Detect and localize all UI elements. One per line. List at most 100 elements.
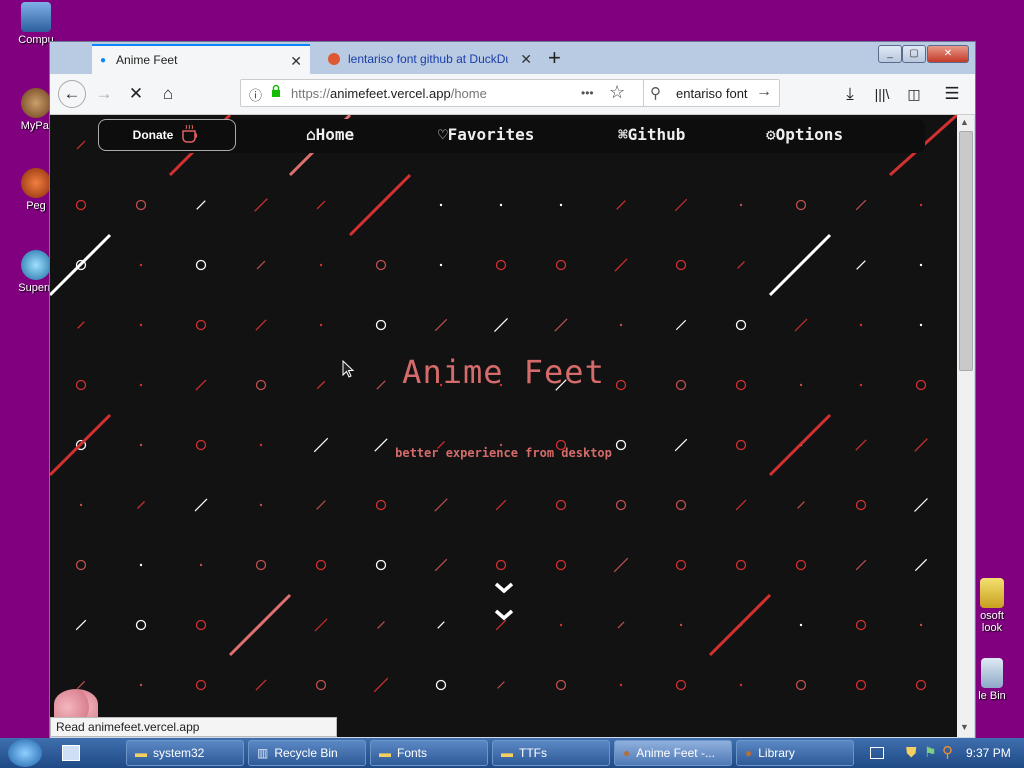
taskbar-item-anime-feet[interactable]: ● Anime Feet -... xyxy=(614,740,732,766)
nav-favorites-label: Favorites xyxy=(447,125,535,144)
maximize-button[interactable]: ▢ xyxy=(902,45,926,63)
outlook-icon xyxy=(980,578,1004,608)
scroll-up-arrow[interactable]: ▲ xyxy=(960,117,969,127)
pattern-slash xyxy=(77,321,85,329)
home-button[interactable]: ⌂ xyxy=(156,82,180,106)
pattern-streak xyxy=(768,413,832,477)
nav-favorites[interactable]: ♡Favorites xyxy=(438,125,534,144)
pattern-circle xyxy=(795,679,807,691)
pattern-dot xyxy=(619,323,623,327)
pattern-slash xyxy=(737,261,745,269)
keyboard-icon[interactable] xyxy=(870,747,884,759)
pattern-circle xyxy=(315,679,327,691)
pattern-circle xyxy=(375,259,387,271)
search-go-icon[interactable]: → xyxy=(756,83,772,101)
shield-icon[interactable]: ⛊ xyxy=(906,744,917,761)
taskbar-item-library[interactable]: ● Library xyxy=(736,740,854,766)
back-button[interactable]: ← xyxy=(58,80,86,108)
tab-anime-feet[interactable]: ● Anime Feet ✕ xyxy=(92,44,310,74)
network-icon[interactable]: ⚑ xyxy=(924,744,937,761)
pattern-streak xyxy=(348,173,412,237)
nav-options-label: Options xyxy=(775,125,844,144)
pattern-dot xyxy=(739,203,743,207)
search-input[interactable]: entariso font xyxy=(676,86,748,101)
pattern-circle xyxy=(675,499,687,511)
pattern-dot xyxy=(439,203,443,207)
home-icon: ⌂ xyxy=(306,125,316,144)
pattern-circle xyxy=(75,559,87,571)
stop-button[interactable]: ✕ xyxy=(124,82,148,106)
taskbar-item-label: Library xyxy=(758,746,795,760)
search-tray-icon[interactable]: ⚲ xyxy=(942,743,953,761)
pattern-streak xyxy=(228,593,292,657)
lock-icon[interactable] xyxy=(271,84,281,98)
pattern-circle xyxy=(675,679,687,691)
github-icon: ⌘ xyxy=(618,125,628,144)
pattern-dot xyxy=(679,623,683,627)
taskbar-item-system32[interactable]: ▬ system32 xyxy=(126,740,244,766)
coffee-cup-icon xyxy=(179,124,201,147)
pattern-slash xyxy=(494,318,508,332)
pattern-dot xyxy=(859,323,863,327)
tab-title: Anime Feet xyxy=(116,53,178,67)
pattern-slash xyxy=(914,498,928,512)
recycle-bin-icon: ▥ xyxy=(257,746,269,760)
info-icon[interactable]: ⓘ xyxy=(249,85,262,104)
minimize-button[interactable]: _ xyxy=(878,45,902,63)
pattern-circle xyxy=(795,559,807,571)
pattern-circle xyxy=(855,619,867,631)
menu-icon[interactable]: ☰ xyxy=(940,82,964,106)
pattern-dot xyxy=(319,323,323,327)
scroll-thumb[interactable] xyxy=(959,131,973,371)
new-tab-button[interactable]: + xyxy=(548,45,561,71)
search-icon: ⚲ xyxy=(650,85,661,102)
pattern-slash xyxy=(794,318,808,332)
taskbar-item-ttfs[interactable]: ▬ TTFs xyxy=(492,740,610,766)
nav-options[interactable]: ⚙Options xyxy=(766,125,843,144)
pattern-slash xyxy=(437,621,445,629)
download-icon[interactable]: ⤓ xyxy=(838,82,862,106)
pattern-dot xyxy=(139,683,143,687)
desktop-icon-computer[interactable]: Compu xyxy=(8,2,64,46)
folder-icon: ▬ xyxy=(379,746,391,760)
search-bar[interactable]: ⚲ entariso font → xyxy=(643,79,780,107)
clock[interactable]: 9:37 PM xyxy=(966,746,1011,760)
forward-button[interactable]: → xyxy=(92,82,116,106)
mouse-cursor-icon xyxy=(342,359,355,381)
pattern-circle xyxy=(855,499,867,511)
scroll-down-arrow[interactable]: ▼ xyxy=(960,722,969,732)
sidebar-icon[interactable]: ◫ xyxy=(902,82,926,106)
start-button[interactable] xyxy=(8,739,42,767)
navigation-toolbar: ← → ✕ ⌂ ⓘ https://animefeet.vercel.app/h… xyxy=(50,74,975,115)
tab-duckduckgo[interactable]: lentariso font github at DuckDu ✕ xyxy=(318,44,540,74)
page-actions-button[interactable]: ••• xyxy=(581,86,594,100)
close-window-button[interactable]: ✕ xyxy=(927,45,969,63)
vertical-scrollbar[interactable]: ▲ ▼ xyxy=(957,115,974,737)
pattern-dot xyxy=(319,263,323,267)
nav-github-label: Github xyxy=(627,125,686,144)
taskbar-item-recycle-bin[interactable]: ▥ Recycle Bin xyxy=(248,740,366,766)
taskbar-item-fonts[interactable]: ▬ Fonts xyxy=(370,740,488,766)
computer-icon xyxy=(21,2,51,32)
pattern-dot xyxy=(139,323,143,327)
url-bar[interactable]: ⓘ https://animefeet.vercel.app/home ••• … xyxy=(240,79,685,107)
scroll-down-icon[interactable] xyxy=(493,579,515,632)
show-desktop-icon[interactable] xyxy=(62,745,80,761)
pattern-dot xyxy=(139,263,143,267)
pattern-slash xyxy=(735,499,747,511)
tab-loading-icon: ● xyxy=(100,54,107,66)
background-pattern xyxy=(50,115,957,693)
donate-button[interactable]: Donate xyxy=(98,119,236,151)
nav-home[interactable]: ⌂Home xyxy=(306,125,354,144)
close-icon[interactable]: ✕ xyxy=(290,53,302,70)
pattern-circle xyxy=(375,559,387,571)
pattern-dot xyxy=(259,503,263,507)
pattern-circle xyxy=(495,559,507,571)
close-icon[interactable]: ✕ xyxy=(520,51,532,68)
nav-github[interactable]: ⌘Github xyxy=(618,125,685,144)
library-icon[interactable]: |||\ xyxy=(870,82,894,106)
bookmark-star-icon[interactable]: ☆ xyxy=(609,82,625,103)
desktop-icon-label: MyPal xyxy=(20,120,52,132)
pattern-circle xyxy=(435,679,447,691)
tab-strip: ● Anime Feet ✕ lentariso font github at … xyxy=(50,42,975,74)
